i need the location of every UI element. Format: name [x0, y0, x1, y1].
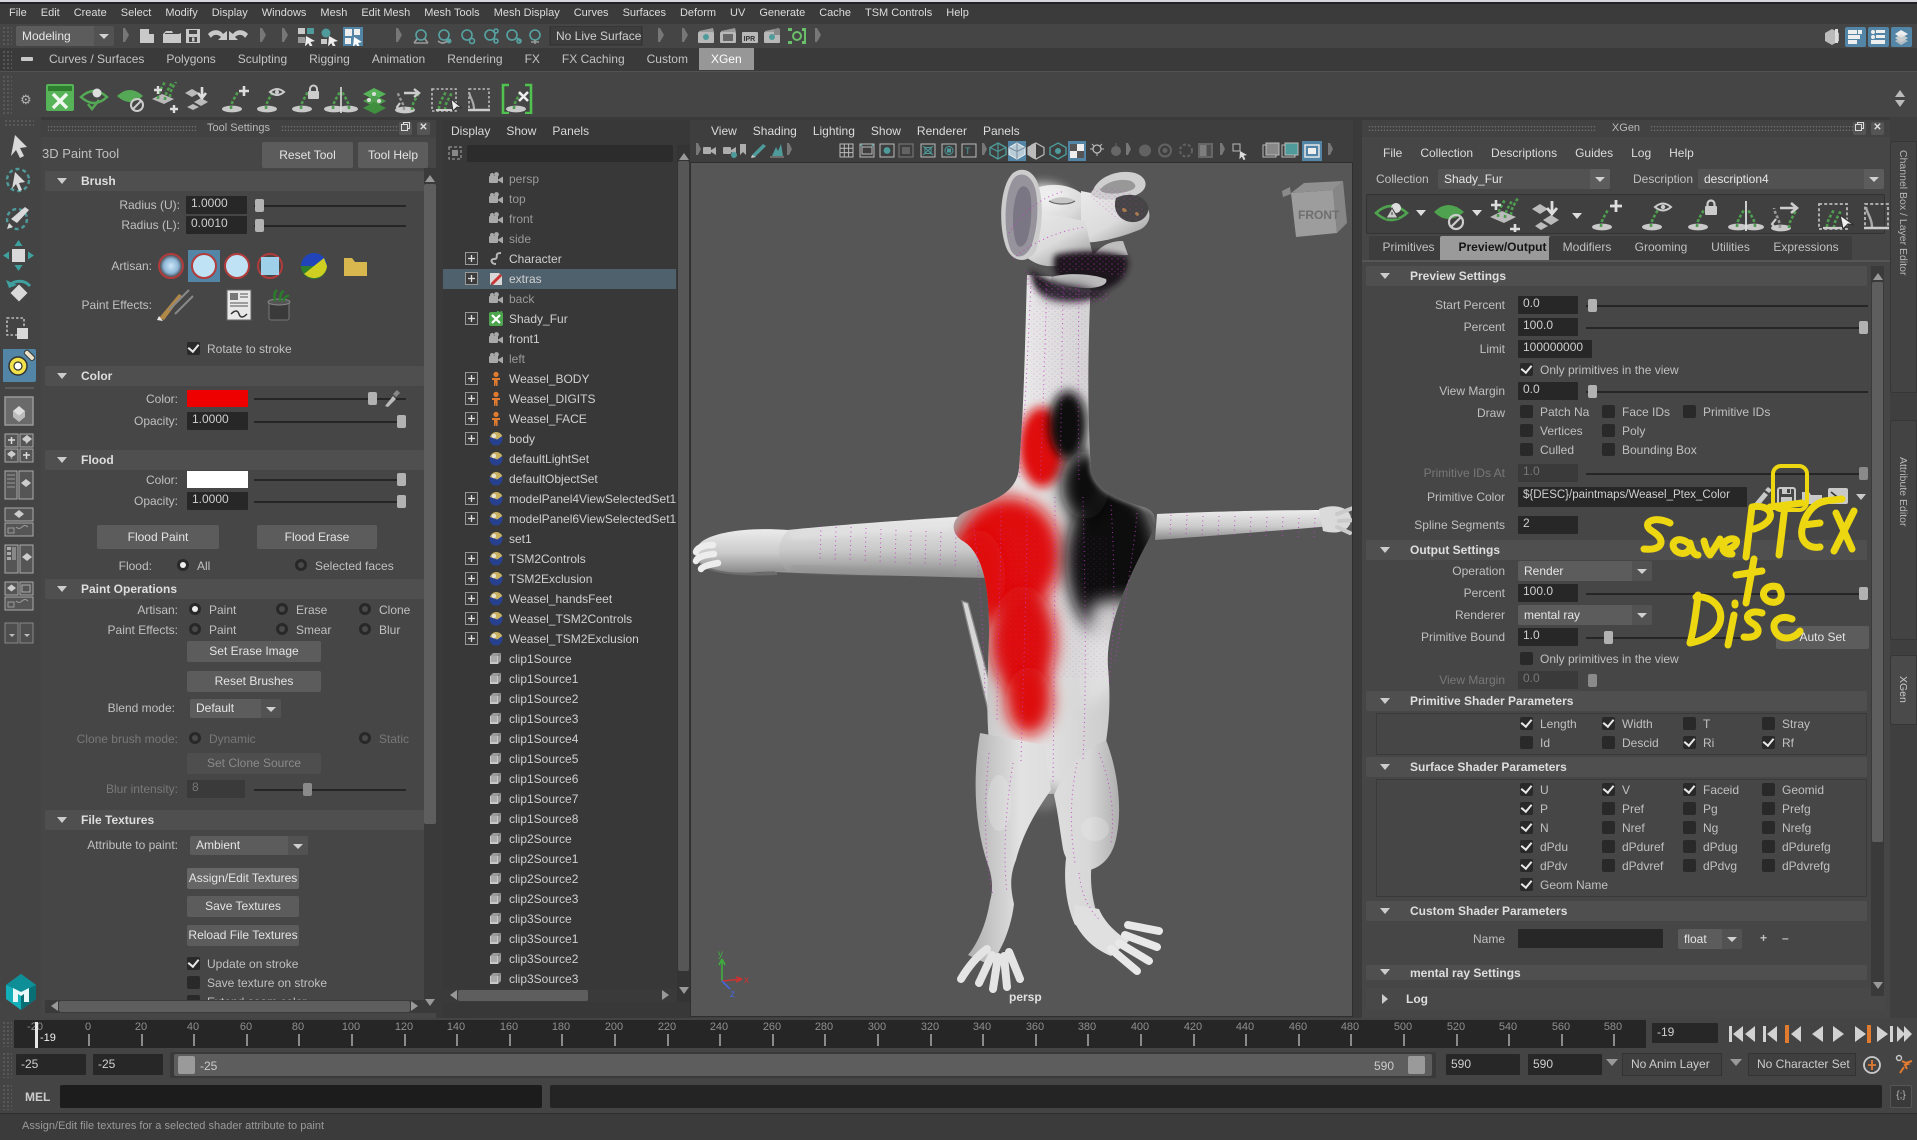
- svg-text:FRONT: FRONT: [1298, 208, 1340, 222]
- svg-text:z: z: [730, 989, 735, 1000]
- svg-text:T: T: [965, 146, 971, 156]
- svg-text:y: y: [718, 949, 723, 960]
- svg-text:IPR: IPR: [744, 36, 756, 43]
- svg-text:persp: persp: [1009, 990, 1042, 1004]
- svg-text:x: x: [744, 975, 749, 986]
- svg-text:No Live Surface: No Live Surface: [556, 29, 642, 43]
